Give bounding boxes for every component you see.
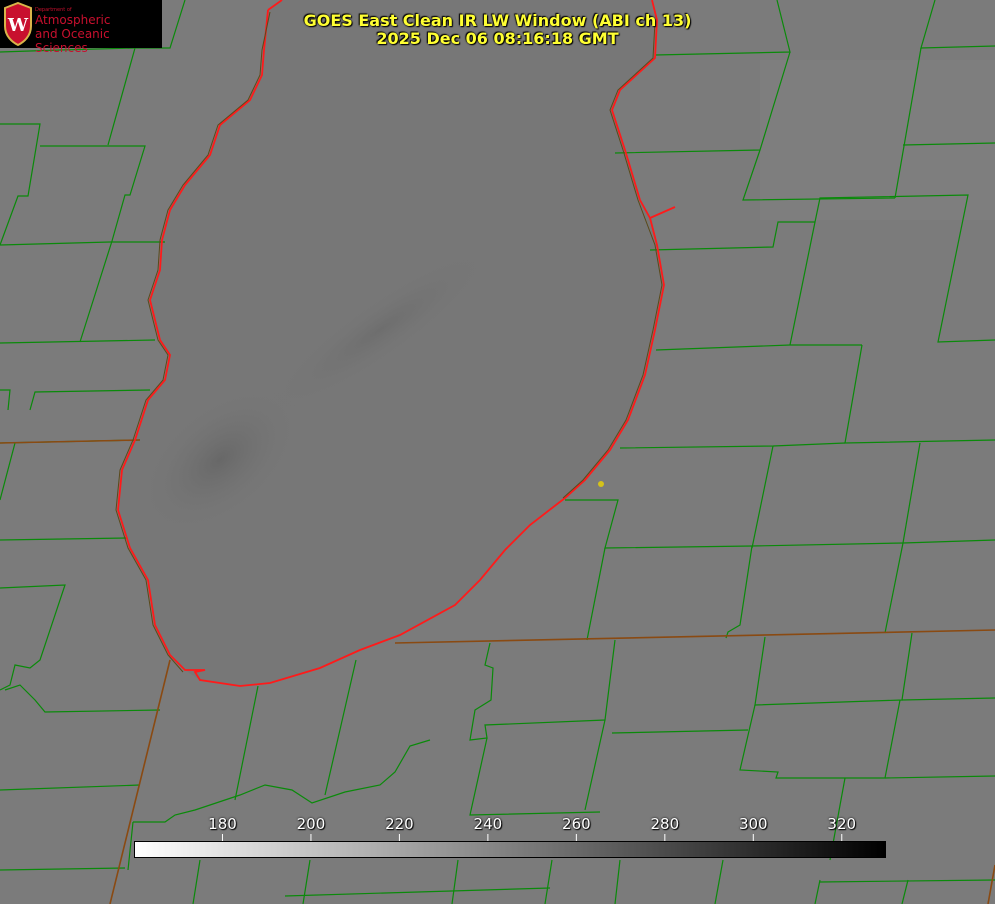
colorbar-tick-label: 260	[562, 815, 591, 833]
colorbar-tick-label: 200	[296, 815, 326, 833]
colorbar-tick-label: 180	[208, 815, 237, 833]
colorbar-tick-label: 320	[827, 815, 857, 833]
colorbar-tick-label: 300	[738, 815, 768, 833]
satellite-image-viewer: W Department of Atmospheric and Oceanic …	[0, 0, 995, 904]
ir-satellite-map	[0, 0, 995, 904]
temperature-colorbar	[134, 841, 886, 858]
ir-warm-patch	[760, 60, 995, 220]
title-timestamp: 2025 Dec 06 08:16:18 GMT	[376, 29, 619, 48]
station-marker	[598, 481, 604, 487]
colorbar-tick-label: 240	[473, 815, 503, 833]
colorbar-tick-label: 220	[385, 815, 414, 833]
colorbar-tick-label: 280	[650, 815, 680, 833]
image-title: GOES East Clean IR LW Window (ABI ch 13)…	[0, 12, 995, 48]
title-product: GOES East Clean IR LW Window (ABI ch 13)	[303, 11, 692, 30]
